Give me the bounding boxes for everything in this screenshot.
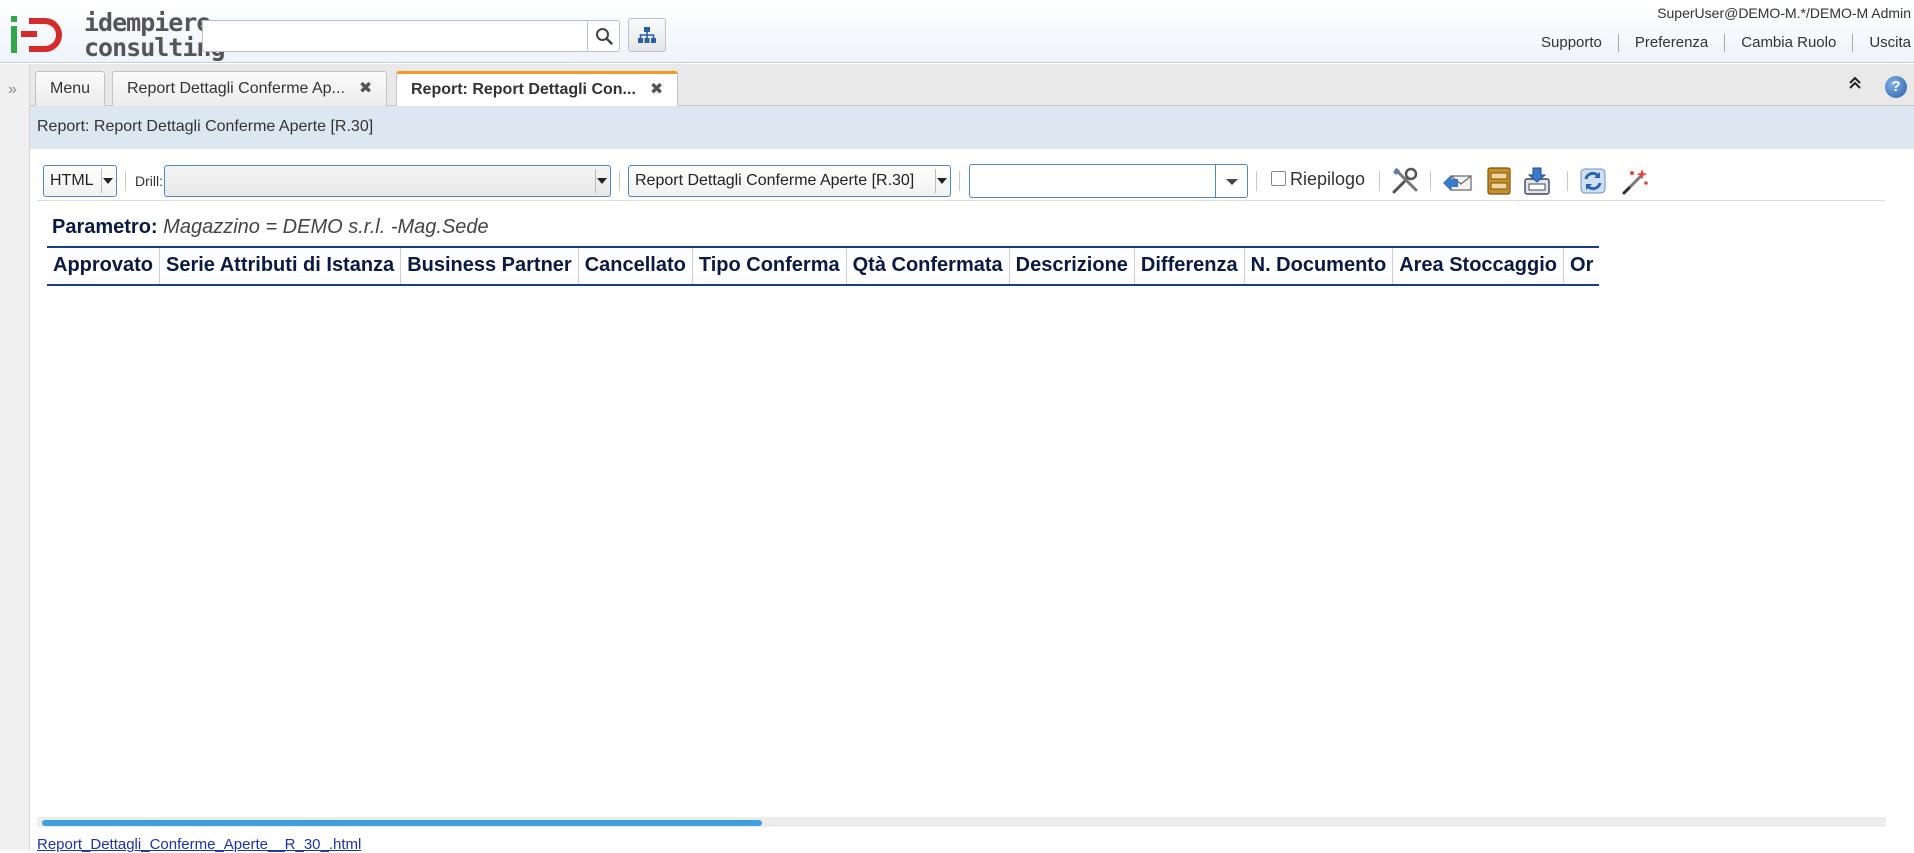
- close-icon[interactable]: ✖: [650, 74, 663, 105]
- wizard-icon: [1622, 169, 1648, 195]
- double-chevron-up-icon: [1849, 76, 1861, 89]
- report-title-strip: Report: Report Dettagli Conferme Aperte …: [30, 106, 1914, 149]
- report-header-row: Approvato Serie Attributi di Istanza Bus…: [47, 247, 1600, 285]
- column-header-serie-attributi: Serie Attributi di Istanza: [158, 247, 401, 285]
- idempiere-logo[interactable]: idempiere consulting: [9, 8, 226, 60]
- sitemap-icon: [638, 27, 656, 43]
- summary-label: Riepilogo: [1290, 169, 1366, 189]
- customize-icon: [1392, 167, 1418, 194]
- report-toolbar: HTML Drill: Report Dettagli Conferme Ape…: [37, 157, 1885, 201]
- report-select[interactable]: Report Dettagli Conferme Aperte [R.30]: [628, 165, 951, 197]
- collapse-up-icon[interactable]: [1848, 76, 1862, 95]
- expand-panel-icon[interactable]: »: [8, 81, 17, 99]
- archive-icon: [1487, 167, 1511, 195]
- column-header-truncated: Or: [1563, 247, 1600, 285]
- link-supporto[interactable]: Supporto: [1525, 34, 1618, 52]
- help-icon[interactable]: ?: [1885, 76, 1907, 98]
- search-icon: [595, 28, 613, 45]
- combobox-dropdown-button[interactable]: [1215, 165, 1247, 197]
- wizard-button[interactable]: [1619, 165, 1651, 197]
- tab-menu[interactable]: Menu: [35, 71, 106, 106]
- output-format-select[interactable]: HTML: [43, 165, 117, 197]
- horizontal-scrollbar-thumb[interactable]: [42, 820, 762, 826]
- chevron-down-icon: [103, 178, 113, 184]
- refresh-button[interactable]: [1577, 165, 1609, 197]
- parameter-key: Parametro:: [52, 216, 158, 238]
- window-tabbar: Menu Report Dettagli Conferme Ap... ✖ Rep…: [30, 64, 1914, 107]
- export-icon: [1524, 167, 1550, 195]
- drill-label: Drill:: [135, 173, 163, 189]
- link-uscita[interactable]: Uscita: [1852, 34, 1911, 52]
- report-table: Approvato Serie Attributi di Istanza Bus…: [47, 246, 1600, 286]
- report-parameter: Parametro: Magazzino = DEMO s.r.l. -Mag.…: [52, 216, 489, 239]
- summary-checkbox[interactable]: [1271, 171, 1286, 186]
- drill-select[interactable]: [164, 165, 611, 197]
- close-icon[interactable]: ✖: [359, 72, 372, 105]
- column-header-n-documento: N. Documento: [1243, 247, 1393, 285]
- export-button[interactable]: [1521, 165, 1553, 197]
- link-cambia-ruolo[interactable]: Cambia Ruolo: [1724, 34, 1852, 52]
- report-select-value: Report Dettagli Conferme Aperte [R.30]: [635, 172, 915, 189]
- chevron-down-icon: [1226, 179, 1238, 185]
- archive-button[interactable]: [1483, 165, 1515, 197]
- search-button[interactable]: [587, 21, 619, 51]
- menu-tree-button[interactable]: [628, 18, 666, 52]
- parameter-value: Magazzino = DEMO s.r.l. -Mag.Sede: [163, 216, 489, 238]
- tab-label: Report Dettagli Conferme Ap...: [127, 80, 345, 97]
- output-format-value: HTML: [50, 172, 94, 189]
- send-mail-button[interactable]: [1441, 165, 1473, 197]
- tab-report-process[interactable]: Report Dettagli Conferme Ap... ✖: [112, 71, 388, 106]
- column-header-approvato: Approvato: [53, 254, 153, 276]
- send-mail-icon: [1443, 175, 1472, 191]
- global-search[interactable]: [202, 20, 620, 52]
- column-header-descrizione: Descrizione: [1008, 247, 1135, 285]
- tab-label: Report: Report Dettagli Con...: [411, 81, 636, 98]
- refresh-icon: [1580, 168, 1606, 194]
- column-header-business-partner: Business Partner: [400, 247, 579, 285]
- west-panel-collapsed: »: [0, 64, 30, 850]
- customize-report-button[interactable]: [1389, 165, 1421, 197]
- header-links: Supporto Preferenza Cambia Ruolo Uscita: [1525, 34, 1911, 52]
- print-format-combobox[interactable]: [969, 164, 1248, 198]
- column-header-tipo-conferma: Tipo Conferma: [691, 247, 847, 285]
- column-header-qta-confermata: Qtà Confermata: [845, 247, 1010, 285]
- user-info[interactable]: SuperUser@DEMO-M.*/DEMO-M Admin: [1657, 5, 1911, 21]
- report-window-title: Report: Report Dettagli Conferme Aperte …: [37, 118, 374, 135]
- tab-label: Menu: [50, 80, 91, 97]
- column-header-area-stoccaggio: Area Stoccaggio: [1392, 247, 1564, 285]
- column-header-cancellato: Cancellato: [577, 247, 693, 285]
- app-header: idempiere consulting SuperUser@DEMO-M.*/…: [0, 0, 1914, 63]
- report-file-link[interactable]: Report_Dettagli_Conferme_Aperte__R_30_.h…: [37, 836, 361, 853]
- tab-report-viewer[interactable]: Report: Report Dettagli Con... ✖: [396, 71, 679, 107]
- report-content-area: Parametro: Magazzino = DEMO s.r.l. -Mag.…: [30, 202, 1886, 812]
- chevron-down-icon: [597, 178, 607, 184]
- chevron-down-icon: [937, 178, 947, 184]
- link-preferenza[interactable]: Preferenza: [1617, 34, 1724, 52]
- global-search-input[interactable]: [203, 21, 587, 51]
- logo-mark-icon: [11, 16, 62, 53]
- horizontal-scrollbar[interactable]: [37, 817, 1886, 827]
- column-header-differenza: Differenza: [1133, 247, 1245, 285]
